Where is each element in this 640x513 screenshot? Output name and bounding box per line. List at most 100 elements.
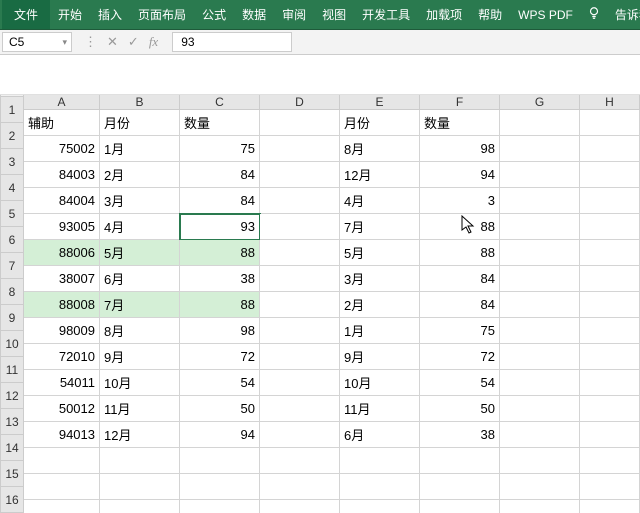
cell-C7[interactable]: 38 <box>180 266 260 292</box>
cell-F10[interactable]: 72 <box>420 344 500 370</box>
cell-A8[interactable]: 88008 <box>24 292 100 318</box>
cell-E12[interactable]: 11月 <box>340 396 420 422</box>
tab-data[interactable]: 数据 <box>234 0 274 29</box>
row-header-9[interactable]: 9 <box>0 305 24 331</box>
cell-B4[interactable]: 3月 <box>100 188 180 214</box>
cell-F15[interactable] <box>420 474 500 500</box>
row-header-2[interactable]: 2 <box>0 123 24 149</box>
cell-E5[interactable]: 7月 <box>340 214 420 240</box>
cell-F5[interactable]: 88 <box>420 214 500 240</box>
col-header-H[interactable]: H <box>580 95 640 110</box>
cell-D7[interactable] <box>260 266 340 292</box>
spreadsheet-grid[interactable]: 12345678910111213141516 ABCDEFGH 辅助月份数量月… <box>0 95 640 513</box>
cell-G14[interactable] <box>500 448 580 474</box>
cell-D2[interactable] <box>260 136 340 162</box>
cell-B3[interactable]: 2月 <box>100 162 180 188</box>
cell-B16[interactable] <box>100 500 180 513</box>
cell-B9[interactable]: 8月 <box>100 318 180 344</box>
cell-E13[interactable]: 6月 <box>340 422 420 448</box>
cell-H13[interactable] <box>580 422 640 448</box>
cell-D15[interactable] <box>260 474 340 500</box>
cell-E2[interactable]: 8月 <box>340 136 420 162</box>
cell-B5[interactable]: 4月 <box>100 214 180 240</box>
cell-H14[interactable] <box>580 448 640 474</box>
cell-C9[interactable]: 98 <box>180 318 260 344</box>
col-header-B[interactable]: B <box>100 95 180 110</box>
cell-G7[interactable] <box>500 266 580 292</box>
row-header-3[interactable]: 3 <box>0 149 24 175</box>
tab-help[interactable]: 帮助 <box>470 0 510 29</box>
cell-A2[interactable]: 75002 <box>24 136 100 162</box>
cell-H9[interactable] <box>580 318 640 344</box>
cell-H12[interactable] <box>580 396 640 422</box>
cell-A4[interactable]: 84004 <box>24 188 100 214</box>
cell-H16[interactable] <box>580 500 640 513</box>
cell-H7[interactable] <box>580 266 640 292</box>
cell-A16[interactable] <box>24 500 100 513</box>
cell-C8[interactable]: 88 <box>180 292 260 318</box>
cell-D4[interactable] <box>260 188 340 214</box>
row-header-10[interactable]: 10 <box>0 331 24 357</box>
cell-D13[interactable] <box>260 422 340 448</box>
cell-H15[interactable] <box>580 474 640 500</box>
cell-A11[interactable]: 54011 <box>24 370 100 396</box>
cell-C15[interactable] <box>180 474 260 500</box>
ribbon-tabs[interactable]: 文件 开始 插入 页面布局 公式 数据 审阅 视图 开发工具 加载项 帮助 WP… <box>0 0 640 30</box>
enter-icon[interactable]: ✓ <box>128 34 139 50</box>
cell-B10[interactable]: 9月 <box>100 344 180 370</box>
tab-wps-pdf[interactable]: WPS PDF <box>510 2 581 28</box>
cell-D1[interactable] <box>260 110 340 136</box>
cell-E1[interactable]: 月份 <box>340 110 420 136</box>
cell-C13[interactable]: 94 <box>180 422 260 448</box>
cell-B12[interactable]: 11月 <box>100 396 180 422</box>
cell-G13[interactable] <box>500 422 580 448</box>
cell-D3[interactable] <box>260 162 340 188</box>
row-header-11[interactable]: 11 <box>0 357 24 383</box>
cell-B14[interactable] <box>100 448 180 474</box>
cell-E15[interactable] <box>340 474 420 500</box>
cell-D9[interactable] <box>260 318 340 344</box>
row-header-8[interactable]: 8 <box>0 279 24 305</box>
cell-D8[interactable] <box>260 292 340 318</box>
cell-B1[interactable]: 月份 <box>100 110 180 136</box>
tab-formulas[interactable]: 公式 <box>194 0 234 29</box>
cell-H3[interactable] <box>580 162 640 188</box>
row-header-7[interactable]: 7 <box>0 253 24 279</box>
cell-E4[interactable]: 4月 <box>340 188 420 214</box>
cell-A3[interactable]: 84003 <box>24 162 100 188</box>
cell-B13[interactable]: 12月 <box>100 422 180 448</box>
cell-C16[interactable] <box>180 500 260 513</box>
cell-A13[interactable]: 94013 <box>24 422 100 448</box>
formula-input[interactable]: 93 <box>172 32 292 52</box>
row-header-16[interactable]: 16 <box>0 487 24 513</box>
cell-F12[interactable]: 50 <box>420 396 500 422</box>
cell-E16[interactable] <box>340 500 420 513</box>
cell-F11[interactable]: 54 <box>420 370 500 396</box>
cell-H1[interactable] <box>580 110 640 136</box>
cell-H4[interactable] <box>580 188 640 214</box>
cell-G3[interactable] <box>500 162 580 188</box>
cell-H11[interactable] <box>580 370 640 396</box>
cell-G16[interactable] <box>500 500 580 513</box>
cell-G4[interactable] <box>500 188 580 214</box>
tab-insert[interactable]: 插入 <box>90 0 130 29</box>
cell-F1[interactable]: 数量 <box>420 110 500 136</box>
col-header-C[interactable]: C <box>180 95 260 110</box>
col-header-D[interactable]: D <box>260 95 340 110</box>
cell-A5[interactable]: 93005 <box>24 214 100 240</box>
tab-review[interactable]: 审阅 <box>274 0 314 29</box>
cell-B11[interactable]: 10月 <box>100 370 180 396</box>
col-header-G[interactable]: G <box>500 95 580 110</box>
tab-addins[interactable]: 加载项 <box>418 0 470 29</box>
cell-G2[interactable] <box>500 136 580 162</box>
row-header-5[interactable]: 5 <box>0 201 24 227</box>
tab-file[interactable]: 文件 <box>2 0 50 29</box>
lightbulb-icon[interactable] <box>581 6 607 23</box>
cell-E7[interactable]: 3月 <box>340 266 420 292</box>
row-header-15[interactable]: 15 <box>0 461 24 487</box>
cell-E9[interactable]: 1月 <box>340 318 420 344</box>
cell-F4[interactable]: 3 <box>420 188 500 214</box>
cell-C2[interactable]: 75 <box>180 136 260 162</box>
tab-developer[interactable]: 开发工具 <box>354 0 418 29</box>
row-header-12[interactable]: 12 <box>0 383 24 409</box>
